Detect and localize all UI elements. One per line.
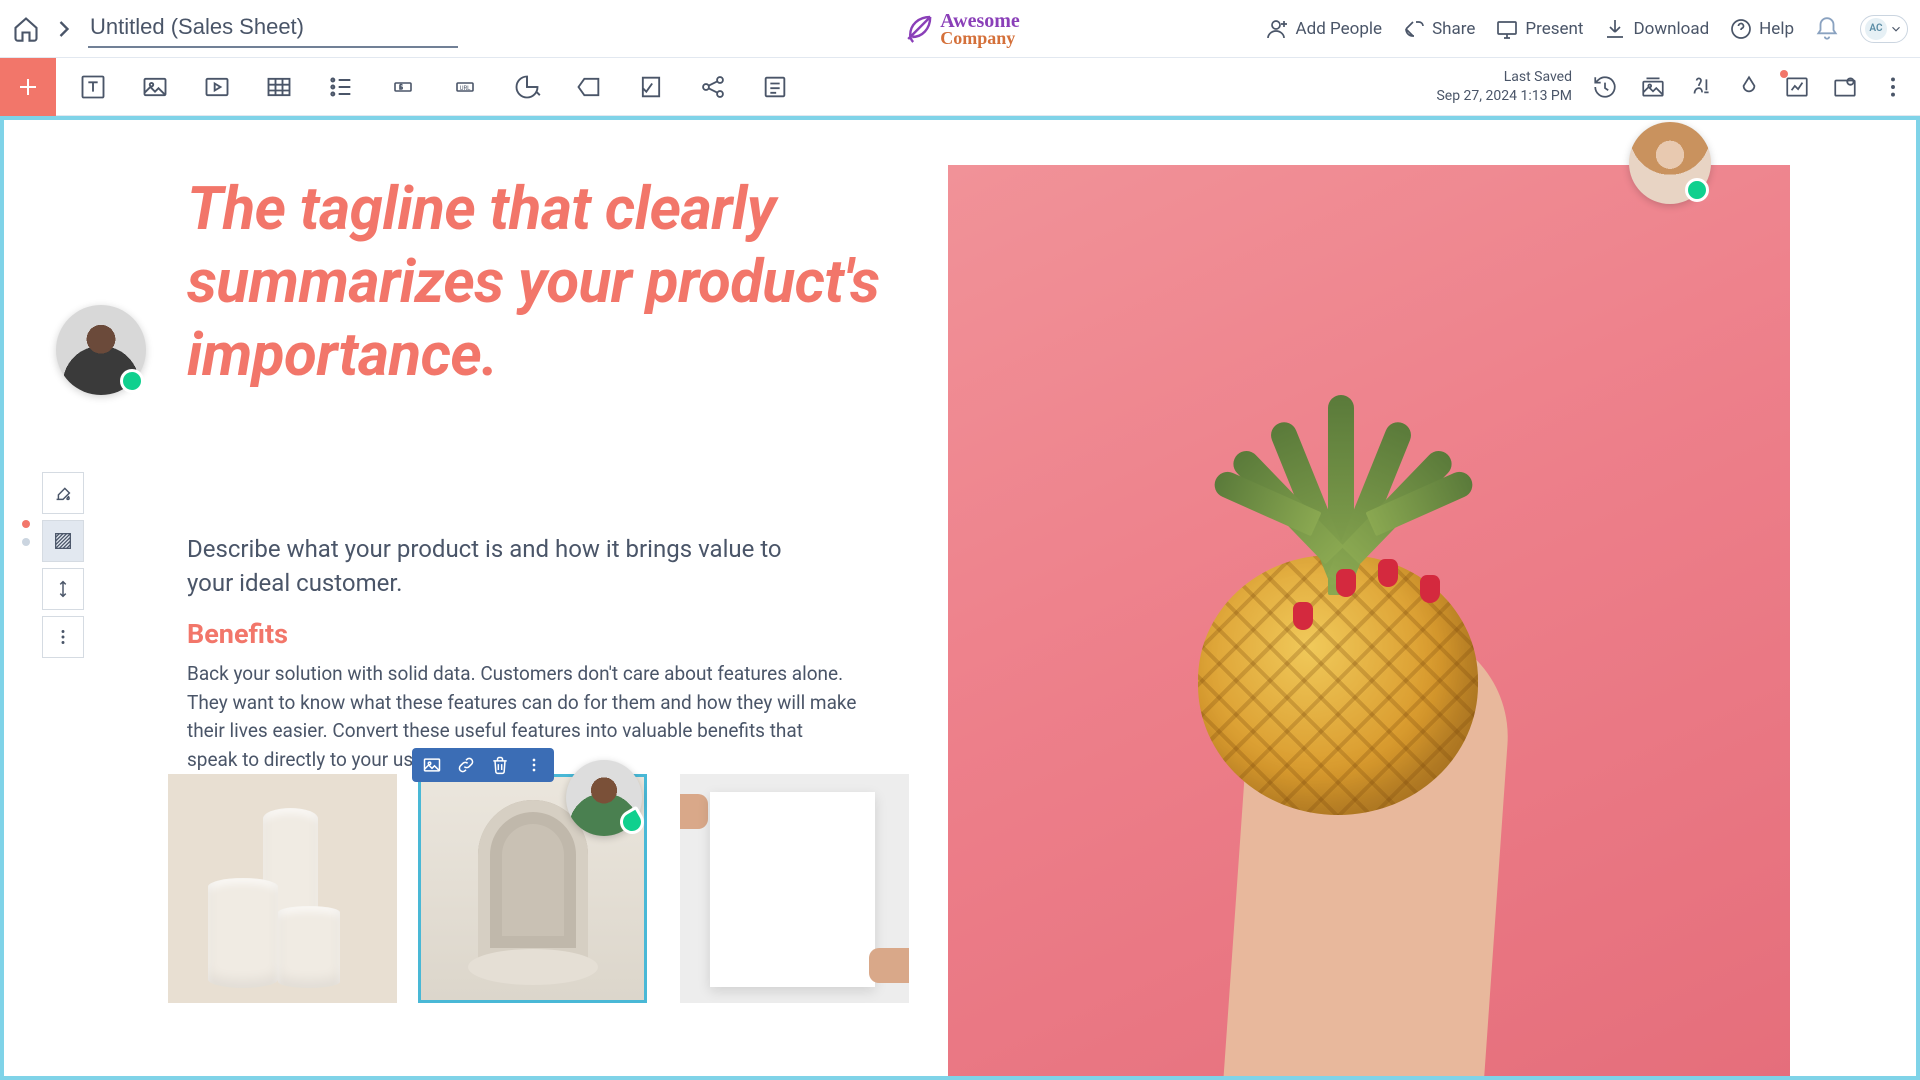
home-icon[interactable] [12,15,40,43]
selection-toolbar [412,748,554,782]
present-label: Present [1525,19,1583,39]
collaborator-avatar-1[interactable] [56,305,146,395]
theme-icon[interactable] [1734,72,1764,102]
callout-tool-icon[interactable] [570,68,608,106]
button-tool-icon[interactable] [384,68,422,106]
svg-text:URL: URL [460,85,472,92]
hero-title[interactable]: The tagline that clearly summarizes your… [187,172,907,392]
rail-indicator-dots [22,520,30,546]
analytics-icon[interactable] [1782,72,1812,102]
collaborator-avatar-2[interactable] [1629,122,1711,204]
top-bar-left [12,10,458,48]
rail-dot-active [22,520,30,528]
notifications-icon[interactable] [1814,16,1840,42]
rail-dot-inactive [22,538,30,546]
history-icon[interactable] [1590,72,1620,102]
top-bar: Awesome Company Add People Share Present… [0,0,1920,58]
thumbnail-image-1[interactable] [168,774,397,1003]
hero-image[interactable] [948,165,1790,1080]
more-icon[interactable] [1878,72,1908,102]
collaborator-avatar-3[interactable] [566,760,642,836]
hero-description[interactable]: Describe what your product is and how it… [187,532,827,600]
chevron-down-icon [1889,22,1903,36]
list-tool-icon[interactable] [322,68,360,106]
present-button[interactable]: Present [1495,17,1583,41]
toolbar-right: Last Saved Sep 27, 2024 1:13 PM [1436,68,1920,104]
editor-canvas[interactable]: The tagline that clearly summarizes your… [0,116,1920,1080]
form-tool-icon[interactable] [756,68,794,106]
chevron-right-icon [50,15,78,43]
height-icon[interactable] [42,568,84,610]
help-button[interactable]: Help [1729,17,1794,41]
fill-color-icon[interactable] [42,472,84,514]
add-block-button[interactable] [0,58,56,116]
top-bar-actions: Add People Share Present Download Help A… [1266,15,1908,43]
thumbnail-image-3[interactable] [680,774,909,1003]
text-tool-icon[interactable] [74,68,112,106]
background-pattern-icon[interactable] [42,520,84,562]
section-style-rail [42,472,84,658]
last-saved-label: Last Saved [1436,68,1572,86]
account-menu[interactable]: AC [1860,15,1908,43]
social-tool-icon[interactable] [694,68,732,106]
benefits-heading[interactable]: Benefits [187,618,288,650]
last-saved-time: Sep 27, 2024 1:13 PM [1436,87,1572,105]
poll-tool-icon[interactable] [632,68,670,106]
image-manager-icon[interactable] [1638,72,1668,102]
styles-icon[interactable] [1686,72,1716,102]
logo: Awesome Company [900,11,1020,47]
insert-toolbar: URL Last Saved Sep 27, 2024 1:13 PM [0,58,1920,116]
embed-tool-icon[interactable]: URL [446,68,484,106]
table-tool-icon[interactable] [260,68,298,106]
rail-more-icon[interactable] [42,616,84,658]
logo-text-2: Company [940,29,1020,47]
logo-leaf-icon [900,11,936,47]
link-icon[interactable] [450,751,482,779]
replace-image-icon[interactable] [416,751,448,779]
analytics-badge-dot [1780,70,1788,78]
settings-icon[interactable] [1830,72,1860,102]
video-tool-icon[interactable] [198,68,236,106]
insert-tool-list: URL [56,68,812,106]
help-label: Help [1759,19,1794,39]
download-button[interactable]: Download [1603,17,1709,41]
share-button[interactable]: Share [1402,17,1475,41]
document-title-input[interactable] [88,10,458,48]
account-initials: AC [1865,18,1887,40]
last-saved: Last Saved Sep 27, 2024 1:13 PM [1436,68,1572,104]
image-tool-icon[interactable] [136,68,174,106]
add-people-label: Add People [1296,19,1383,39]
add-people-button[interactable]: Add People [1266,17,1383,41]
chart-tool-icon[interactable] [508,68,546,106]
selection-more-icon[interactable] [518,751,550,779]
download-label: Download [1633,19,1709,39]
share-label: Share [1432,19,1475,39]
delete-icon[interactable] [484,751,516,779]
